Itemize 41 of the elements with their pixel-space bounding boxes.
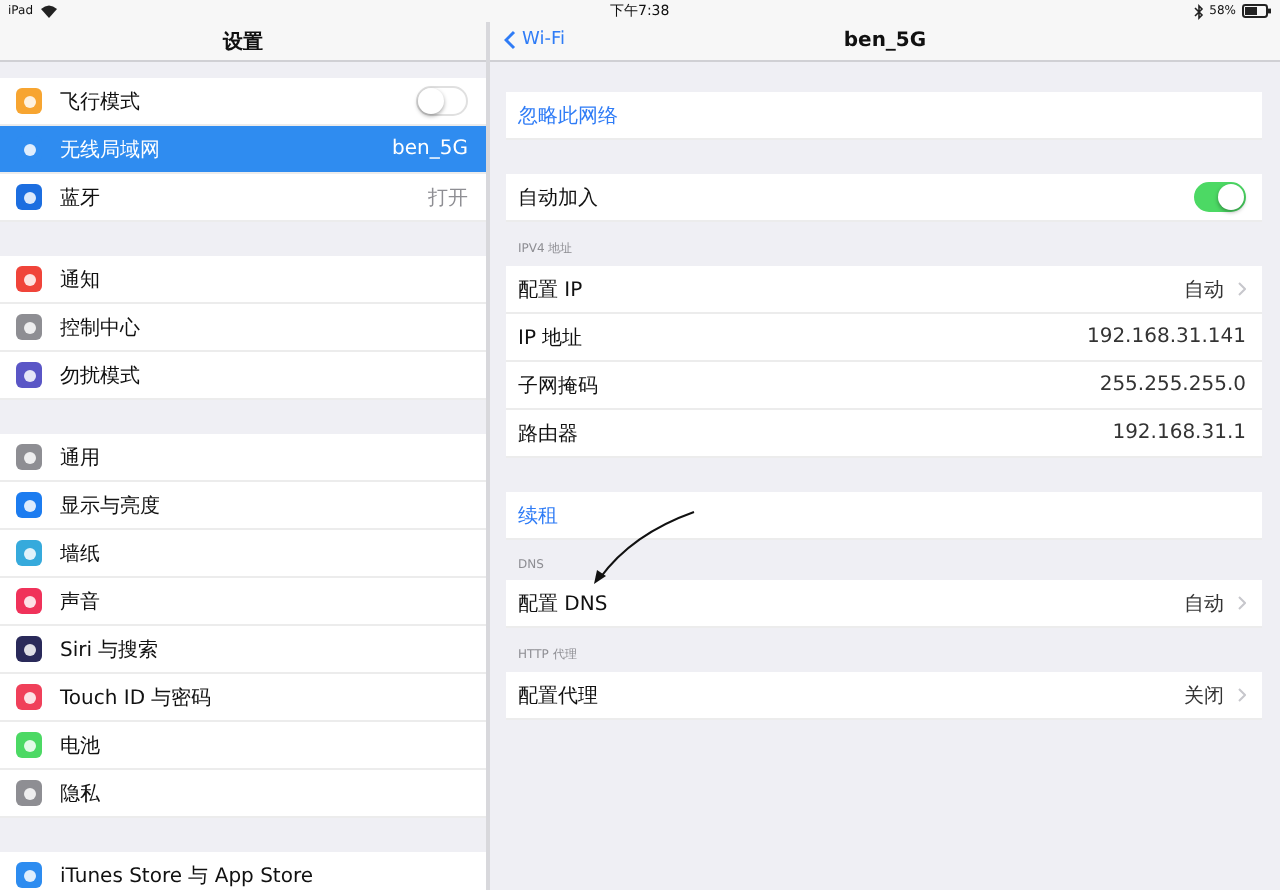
row-value: 192.168.31.141 [1086,326,1246,348]
row-label: 配置 IP [518,277,585,303]
settings-item[interactable]: 蓝牙 打开 [0,174,486,222]
row-label: 自动加入 [518,185,600,211]
row-label: 配置代理 [518,683,600,709]
settings-item[interactable]: Siri 与搜索 [0,626,486,674]
action-link[interactable]: 续租 [518,501,558,529]
settings-item[interactable]: 隐私 [0,770,486,818]
battery-icon [1242,4,1272,18]
chevron-icon[interactable] [1238,282,1246,296]
chevron-icon[interactable] [1238,596,1246,610]
settings-item[interactable]: 通知 [0,256,486,304]
row-label: 配置 DNS [518,591,610,617]
settings-item[interactable]: 勿扰模式 [0,352,486,400]
row-label: 子网掩码 [518,373,600,399]
chevron-icon[interactable] [1238,688,1246,702]
settings-item[interactable]: 显示与亮度 [0,482,486,530]
row-label: 路由器 [518,421,580,447]
back-chevron-icon[interactable] [504,30,516,50]
settings-item[interactable]: 控制中心 [0,304,486,352]
row-value: 关闭 [1184,683,1224,709]
row-label: IP 地址 [518,325,585,351]
bluetooth-icon [1193,3,1204,19]
settings-item[interactable]: 声音 [0,578,486,626]
settings-item[interactable]: 通用 [0,434,486,482]
arrow-annotation [592,510,696,586]
sidebar-title: 设置 [223,29,263,55]
back-button[interactable]: Wi-Fi [504,30,565,50]
toggle-switch[interactable] [416,86,468,116]
toggle-switch[interactable] [1194,182,1246,212]
settings-item[interactable]: 电池 [0,722,486,770]
row-value: 自动 [1184,591,1224,617]
row-value: 255.255.255.0 [1099,374,1246,396]
settings-item[interactable]: iTunes Store 与 App Store [0,852,486,890]
settings-item[interactable]: 墙纸 [0,530,486,578]
action-link[interactable]: 忽略此网络 [518,101,618,129]
row-value: 自动 [1184,277,1224,303]
page-title: ben_5G [843,30,927,52]
row-value: 192.168.31.1 [1112,422,1246,444]
wifi-signal-icon [39,4,58,18]
settings-item[interactable]: Touch ID 与密码 [0,674,486,722]
